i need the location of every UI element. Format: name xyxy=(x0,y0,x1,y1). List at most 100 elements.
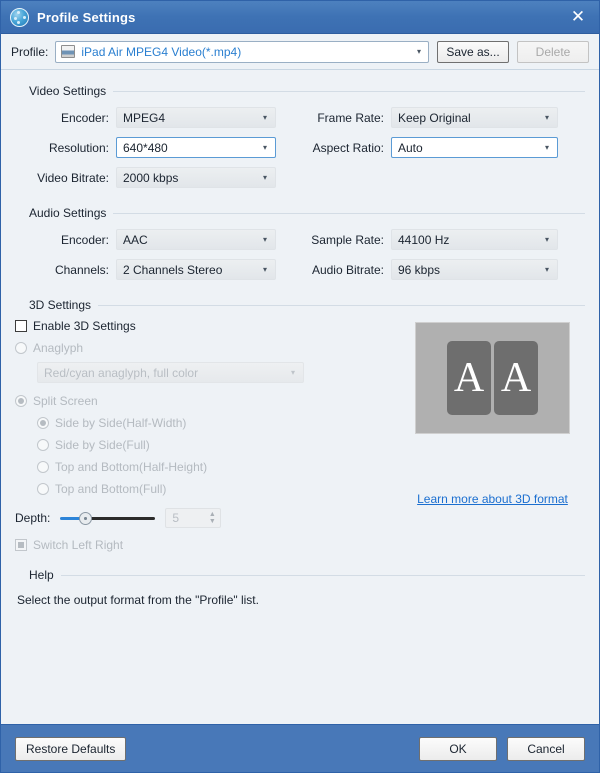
sample-rate-value: 44100 Hz xyxy=(398,233,537,247)
stepper-up-icon: ▲ xyxy=(209,511,216,518)
dialog-footer: Restore Defaults OK Cancel xyxy=(1,724,599,772)
top-bottom-half-radio xyxy=(37,461,49,473)
help-header: Help xyxy=(15,568,585,582)
preview-left-panel: A xyxy=(447,341,491,415)
audio-bitrate-select[interactable]: 96 kbps ▾ xyxy=(391,259,558,280)
depth-row: Depth: 5 ▲ ▼ xyxy=(15,508,400,528)
audio-bitrate-label: Audio Bitrate: xyxy=(298,263,384,277)
anaglyph-radio xyxy=(15,342,27,354)
slider-handle[interactable] xyxy=(79,512,92,525)
switch-left-right-row: Switch Left Right xyxy=(15,538,400,552)
video-row-1: Encoder: MPEG4 ▾ Frame Rate: Keep Origin… xyxy=(15,107,585,128)
video-bitrate-field: Video Bitrate: 2000 kbps ▾ xyxy=(15,167,276,188)
aspect-ratio-value: Auto xyxy=(398,141,537,155)
divider xyxy=(113,91,585,92)
audio-bitrate-value: 96 kbps xyxy=(398,263,537,277)
resolution-select[interactable]: 640*480 ▾ xyxy=(116,137,276,158)
video-bitrate-select[interactable]: 2000 kbps ▾ xyxy=(116,167,276,188)
profile-bar: Profile: iPad Air MPEG4 Video(*.mp4) ▾ S… xyxy=(1,34,599,70)
top-bottom-full-label: Top and Bottom(Full) xyxy=(55,482,166,496)
three-d-settings-title: 3D Settings xyxy=(15,298,98,312)
frame-rate-label: Frame Rate: xyxy=(298,111,384,125)
video-row-3: Video Bitrate: 2000 kbps ▾ xyxy=(15,167,585,188)
switch-left-right-label: Switch Left Right xyxy=(33,538,123,552)
switch-left-right-checkbox xyxy=(15,539,27,551)
sample-rate-field: Sample Rate: 44100 Hz ▾ xyxy=(298,229,558,250)
enable-3d-checkbox[interactable] xyxy=(15,320,27,332)
anaglyph-mode-value: Red/cyan anaglyph, full color xyxy=(44,366,283,380)
divider xyxy=(113,213,585,214)
channels-field: Channels: 2 Channels Stereo ▾ xyxy=(15,259,276,280)
chevron-down-icon: ▾ xyxy=(255,236,275,244)
sample-rate-label: Sample Rate: xyxy=(298,233,384,247)
video-settings-group: Video Settings Encoder: MPEG4 ▾ Frame Ra… xyxy=(15,84,585,188)
three-d-settings-group: 3D Settings Enable 3D Settings Anaglyph xyxy=(15,298,585,552)
side-by-side-half-row: Side by Side(Half-Width) xyxy=(37,416,400,430)
chevron-down-icon: ▾ xyxy=(537,266,557,274)
video-row-2: Resolution: 640*480 ▾ Aspect Ratio: Auto… xyxy=(15,137,585,158)
chevron-down-icon: ▾ xyxy=(537,236,557,244)
aspect-ratio-select[interactable]: Auto ▾ xyxy=(391,137,558,158)
audio-settings-header: Audio Settings xyxy=(15,206,585,220)
audio-encoder-label: Encoder: xyxy=(15,233,109,247)
help-text: Select the output format from the "Profi… xyxy=(15,593,585,607)
audio-row-2: Channels: 2 Channels Stereo ▾ Audio Bitr… xyxy=(15,259,585,280)
close-icon[interactable]: ✕ xyxy=(565,5,591,29)
three-d-preview: A A xyxy=(415,322,570,434)
profile-selected-value: iPad Air MPEG4 Video(*.mp4) xyxy=(81,45,410,59)
aspect-ratio-field: Aspect Ratio: Auto ▾ xyxy=(298,137,558,158)
split-screen-label: Split Screen xyxy=(33,394,98,408)
anaglyph-mode-select: Red/cyan anaglyph, full color ▾ xyxy=(37,362,304,383)
audio-settings-title: Audio Settings xyxy=(15,206,113,220)
three-d-settings-header: 3D Settings xyxy=(15,298,585,312)
profile-label: Profile: xyxy=(11,45,48,59)
video-encoder-select[interactable]: MPEG4 ▾ xyxy=(116,107,276,128)
restore-defaults-button[interactable]: Restore Defaults xyxy=(15,737,126,761)
video-encoder-value: MPEG4 xyxy=(123,111,255,125)
audio-encoder-select[interactable]: AAC ▾ xyxy=(116,229,276,250)
three-d-controls: Enable 3D Settings Anaglyph Red/cyan ana… xyxy=(15,312,400,552)
chevron-down-icon: ▾ xyxy=(410,48,428,56)
stepper-arrows-icon: ▲ ▼ xyxy=(204,511,220,525)
enable-3d-row[interactable]: Enable 3D Settings xyxy=(15,319,400,333)
device-icon xyxy=(61,45,75,58)
chevron-down-icon: ▾ xyxy=(255,266,275,274)
split-screen-radio xyxy=(15,395,27,407)
chevron-down-icon: ▾ xyxy=(255,114,275,122)
split-screen-row: Split Screen xyxy=(15,394,400,408)
disc-icon xyxy=(10,8,29,27)
audio-bitrate-field: Audio Bitrate: 96 kbps ▾ xyxy=(298,259,558,280)
chevron-down-icon: ▾ xyxy=(537,144,557,152)
chevron-down-icon: ▾ xyxy=(255,144,275,152)
top-bottom-half-row: Top and Bottom(Half-Height) xyxy=(37,460,400,474)
cancel-button[interactable]: Cancel xyxy=(507,737,585,761)
audio-settings-group: Audio Settings Encoder: AAC ▾ Sample Rat… xyxy=(15,206,585,280)
window-title: Profile Settings xyxy=(37,10,565,25)
ok-button[interactable]: OK xyxy=(419,737,497,761)
anaglyph-row: Anaglyph xyxy=(15,341,400,355)
depth-label: Depth: xyxy=(15,511,50,525)
channels-select[interactable]: 2 Channels Stereo ▾ xyxy=(116,259,276,280)
top-bottom-full-radio xyxy=(37,483,49,495)
depth-stepper: 5 ▲ ▼ xyxy=(165,508,221,528)
frame-rate-select[interactable]: Keep Original ▾ xyxy=(391,107,558,128)
resolution-label: Resolution: xyxy=(15,141,109,155)
resolution-field: Resolution: 640*480 ▾ xyxy=(15,137,276,158)
three-d-preview-area: A A Learn more about 3D format xyxy=(400,312,585,552)
video-bitrate-value: 2000 kbps xyxy=(123,171,255,185)
profile-settings-dialog: Profile Settings ✕ Profile: iPad Air MPE… xyxy=(0,0,600,773)
frame-rate-field: Frame Rate: Keep Original ▾ xyxy=(298,107,558,128)
profile-select[interactable]: iPad Air MPEG4 Video(*.mp4) ▾ xyxy=(55,41,429,63)
channels-label: Channels: xyxy=(15,263,109,277)
audio-encoder-field: Encoder: AAC ▾ xyxy=(15,229,276,250)
side-by-side-full-label: Side by Side(Full) xyxy=(55,438,150,452)
chevron-down-icon: ▾ xyxy=(255,174,275,182)
learn-more-3d-link[interactable]: Learn more about 3D format xyxy=(417,492,568,506)
video-settings-header: Video Settings xyxy=(15,84,585,98)
depth-slider[interactable] xyxy=(60,511,155,525)
title-bar: Profile Settings ✕ xyxy=(1,1,599,34)
anaglyph-label: Anaglyph xyxy=(33,341,83,355)
side-by-side-full-radio xyxy=(37,439,49,451)
sample-rate-select[interactable]: 44100 Hz ▾ xyxy=(391,229,558,250)
save-as-button[interactable]: Save as... xyxy=(437,41,509,63)
